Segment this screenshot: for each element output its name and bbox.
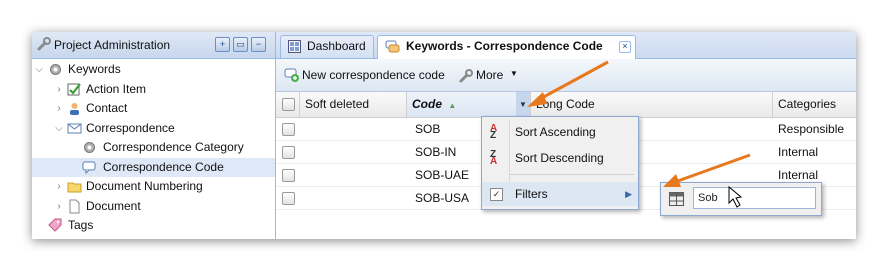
annotation-overlay xyxy=(527,60,751,208)
annotation-arrow-1 xyxy=(527,60,609,107)
annotation-arrow-2 xyxy=(663,153,751,187)
mouse-cursor-icon xyxy=(728,185,743,208)
